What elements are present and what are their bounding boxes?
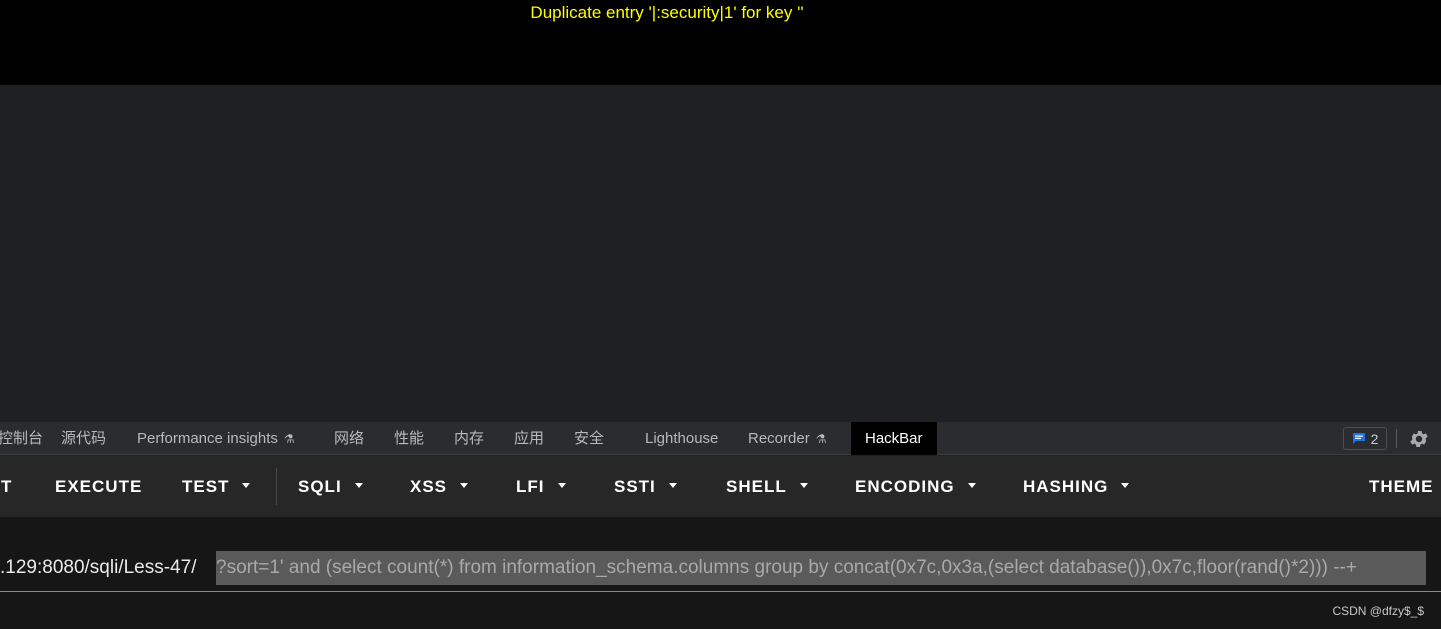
toolbar-divider [276, 468, 277, 505]
tab-performance[interactable]: 性能 [394, 422, 424, 455]
shell-menu-button[interactable]: SHELL [726, 456, 808, 517]
tab-application[interactable]: 应用 [514, 422, 544, 455]
flask-icon: ⚗ [283, 432, 295, 446]
lfi-menu-button[interactable]: LFI [516, 456, 566, 517]
theme-menu-button[interactable]: THEME [1369, 456, 1434, 517]
flask-icon: ⚗ [815, 432, 827, 446]
page-viewport-body [0, 85, 1441, 422]
url-editor[interactable]: .129:8080/sqli/Less-47/ ?sort=1' and (se… [0, 517, 1441, 629]
issues-count: 2 [1370, 430, 1379, 447]
caret-down-icon [557, 483, 566, 489]
caret-down-icon [460, 483, 469, 489]
caret-down-icon [967, 483, 976, 489]
divider [1396, 429, 1397, 448]
button-label: TEST [182, 477, 230, 496]
button-label: SQLI [298, 477, 342, 496]
button-label: HASHING [1023, 477, 1109, 496]
caret-down-icon [1121, 483, 1130, 489]
caret-down-icon [668, 483, 677, 489]
button-label: SHELL [726, 477, 787, 496]
ssti-menu-button[interactable]: SSTI [614, 456, 677, 517]
tab-label: Recorder [748, 430, 810, 447]
issues-button[interactable]: 2 [1343, 427, 1387, 450]
url-input-underline [0, 591, 1441, 592]
tab-sources[interactable]: 源代码 [61, 422, 106, 455]
tab-hackbar[interactable]: HackBar [851, 422, 937, 455]
execute-button[interactable]: EXECUTE [55, 456, 142, 517]
button-label: SSTI [614, 477, 656, 496]
sqli-menu-button[interactable]: SQLI [298, 456, 363, 517]
button-label: XSS [410, 477, 448, 496]
load-url-button[interactable]: T [1, 456, 12, 517]
tab-memory[interactable]: 内存 [454, 422, 484, 455]
button-label: LFI [516, 477, 545, 496]
page-viewport-top: Duplicate entry '|:security|1' for key '… [0, 0, 1441, 85]
hackbar-toolbar: T EXECUTE TEST SQLI XSS LFI SSTI SHELL E… [0, 456, 1441, 517]
tab-performance-insights[interactable]: Performance insights ⚗ [137, 422, 295, 455]
tab-console[interactable]: 控制台 [0, 422, 43, 455]
xss-menu-button[interactable]: XSS [410, 456, 469, 517]
devtools-tabbar: 控制台 源代码 Performance insights ⚗ 网络 性能 内存 应… [0, 422, 1441, 455]
gear-icon[interactable] [1408, 428, 1430, 450]
caret-down-icon [354, 483, 363, 489]
tab-recorder[interactable]: Recorder ⚗ [748, 422, 826, 455]
caret-down-icon [799, 483, 808, 489]
tab-label: Performance insights [137, 430, 278, 447]
url-input-prefix[interactable]: .129:8080/sqli/Less-47/ [0, 555, 196, 587]
url-input-selected-text[interactable]: ?sort=1' and (select count(*) from infor… [216, 551, 1426, 585]
test-menu-button[interactable]: TEST [182, 456, 251, 517]
hashing-menu-button[interactable]: HASHING [1023, 456, 1130, 517]
tab-security[interactable]: 安全 [574, 422, 604, 455]
tab-lighthouse[interactable]: Lighthouse [645, 422, 718, 455]
error-message: Duplicate entry '|:security|1' for key '… [530, 3, 804, 22]
message-icon [1352, 433, 1365, 444]
watermark: CSDN @dfzy$_$ [1332, 604, 1424, 618]
button-label: ENCODING [855, 477, 955, 496]
tab-network[interactable]: 网络 [334, 422, 364, 455]
caret-down-icon [242, 483, 251, 489]
encoding-menu-button[interactable]: ENCODING [855, 456, 976, 517]
